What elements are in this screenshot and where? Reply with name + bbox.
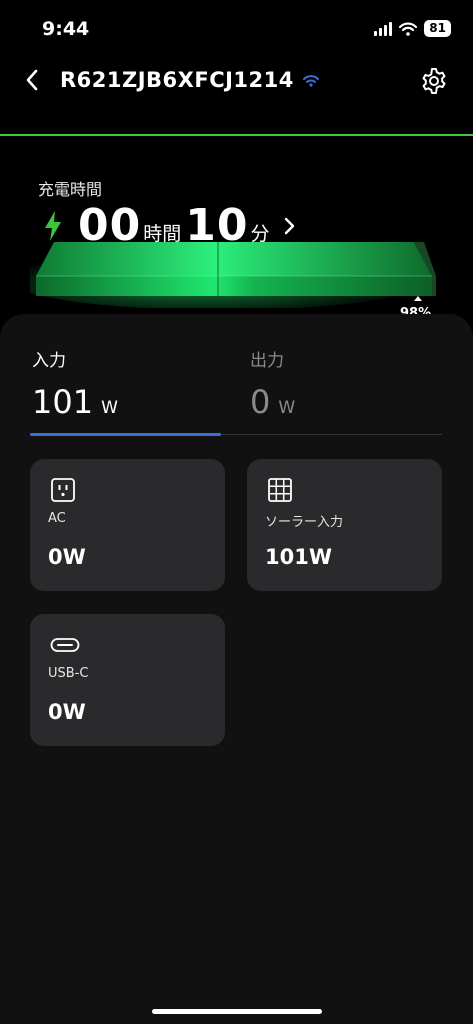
input-watts: 101 bbox=[32, 383, 94, 421]
charge-time-label: 充電時間 bbox=[38, 180, 103, 199]
wifi-icon bbox=[399, 22, 418, 36]
usb-c-value: 0W bbox=[48, 700, 86, 724]
solar-input-label: ソーラー入力 bbox=[265, 515, 344, 530]
status-icons: 81 bbox=[374, 20, 451, 37]
tab-input[interactable]: 入力 101 W bbox=[32, 346, 118, 421]
status-bar: 9:44 81 bbox=[0, 0, 473, 60]
tab-output[interactable]: 出力 0W bbox=[250, 346, 295, 421]
ac-label: AC bbox=[48, 511, 66, 526]
settings-button[interactable] bbox=[419, 66, 449, 96]
battery-level-marker bbox=[414, 296, 422, 301]
device-name: R621ZJB6XFCJ1214 bbox=[60, 68, 294, 92]
tab-selected-indicator bbox=[30, 433, 221, 436]
header: R621ZJB6XFCJ1214 bbox=[0, 58, 473, 104]
solar-panel-icon bbox=[268, 478, 292, 502]
battery-indicator: 81 bbox=[424, 20, 451, 37]
home-indicator[interactable] bbox=[152, 1009, 322, 1014]
input-unit: W bbox=[101, 398, 118, 418]
cellular-signal-icon bbox=[374, 21, 393, 36]
output-unit: W bbox=[278, 398, 296, 418]
solar-input-card[interactable]: ソーラー入力 101W bbox=[247, 459, 442, 591]
ac-card[interactable]: AC 0W bbox=[30, 459, 225, 591]
device-title: R621ZJB6XFCJ1214 bbox=[60, 68, 320, 92]
gear-icon bbox=[422, 68, 446, 94]
usb-c-card[interactable]: USB-C 0W bbox=[30, 614, 225, 746]
header-divider bbox=[0, 134, 473, 136]
output-watts: 0 bbox=[250, 383, 271, 421]
solar-input-value: 101W bbox=[265, 545, 332, 569]
wifi-connected-icon bbox=[302, 74, 319, 87]
usb-c-label: USB-C bbox=[48, 666, 89, 681]
battery-level-bar bbox=[30, 242, 436, 308]
tab-input-value-row: 101 W bbox=[32, 383, 118, 421]
tab-output-value-row: 0W bbox=[250, 383, 295, 421]
power-panel: 入力 101 W 出力 0W AC 0W ソーラー入力 101W USB-C 0… bbox=[0, 314, 473, 1024]
tab-output-label: 出力 bbox=[250, 351, 284, 371]
usb-c-icon bbox=[50, 638, 80, 652]
tab-input-label: 入力 bbox=[32, 351, 66, 371]
chevron-left-icon bbox=[26, 69, 38, 91]
status-time: 9:44 bbox=[42, 18, 90, 40]
ac-value: 0W bbox=[48, 545, 86, 569]
back-button[interactable] bbox=[18, 64, 46, 96]
chevron-right-icon bbox=[284, 217, 294, 235]
ac-outlet-icon bbox=[51, 478, 75, 502]
